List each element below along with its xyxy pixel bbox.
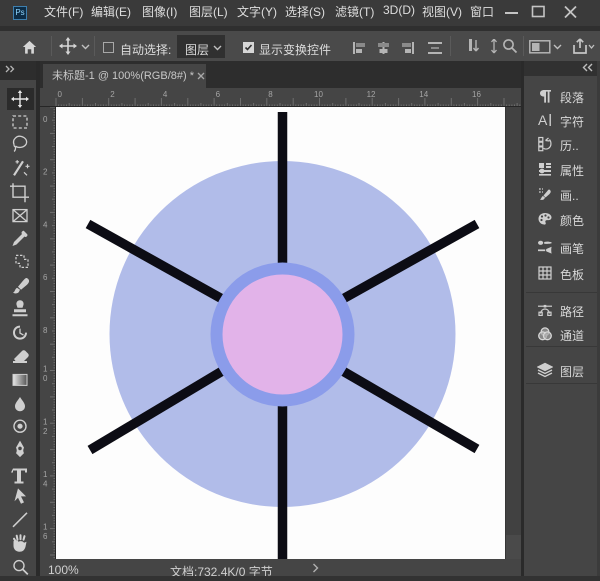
svg-text:6: 6 <box>43 532 48 541</box>
svg-text:0: 0 <box>58 90 63 99</box>
svg-text:A: A <box>538 112 548 128</box>
svg-text:1: 1 <box>43 365 48 374</box>
svg-text:4: 4 <box>43 220 48 229</box>
svg-text:16: 16 <box>472 90 481 99</box>
svg-text:0: 0 <box>43 374 48 383</box>
svg-text:6: 6 <box>216 90 221 99</box>
svg-text:4: 4 <box>43 480 48 489</box>
svg-text:2: 2 <box>43 168 48 177</box>
svg-text:0: 0 <box>43 115 48 124</box>
svg-text:6: 6 <box>43 273 48 282</box>
svg-text:14: 14 <box>419 90 428 99</box>
svg-text:8: 8 <box>43 326 48 335</box>
svg-text:8: 8 <box>268 90 273 99</box>
svg-text:2: 2 <box>110 90 115 99</box>
svg-text:4: 4 <box>163 90 168 99</box>
svg-text:2: 2 <box>43 427 48 436</box>
svg-text:1: 1 <box>43 417 48 426</box>
svg-text:10: 10 <box>314 90 323 99</box>
svg-text:1: 1 <box>43 470 48 479</box>
svg-text:12: 12 <box>367 90 376 99</box>
svg-text:1: 1 <box>43 523 48 532</box>
